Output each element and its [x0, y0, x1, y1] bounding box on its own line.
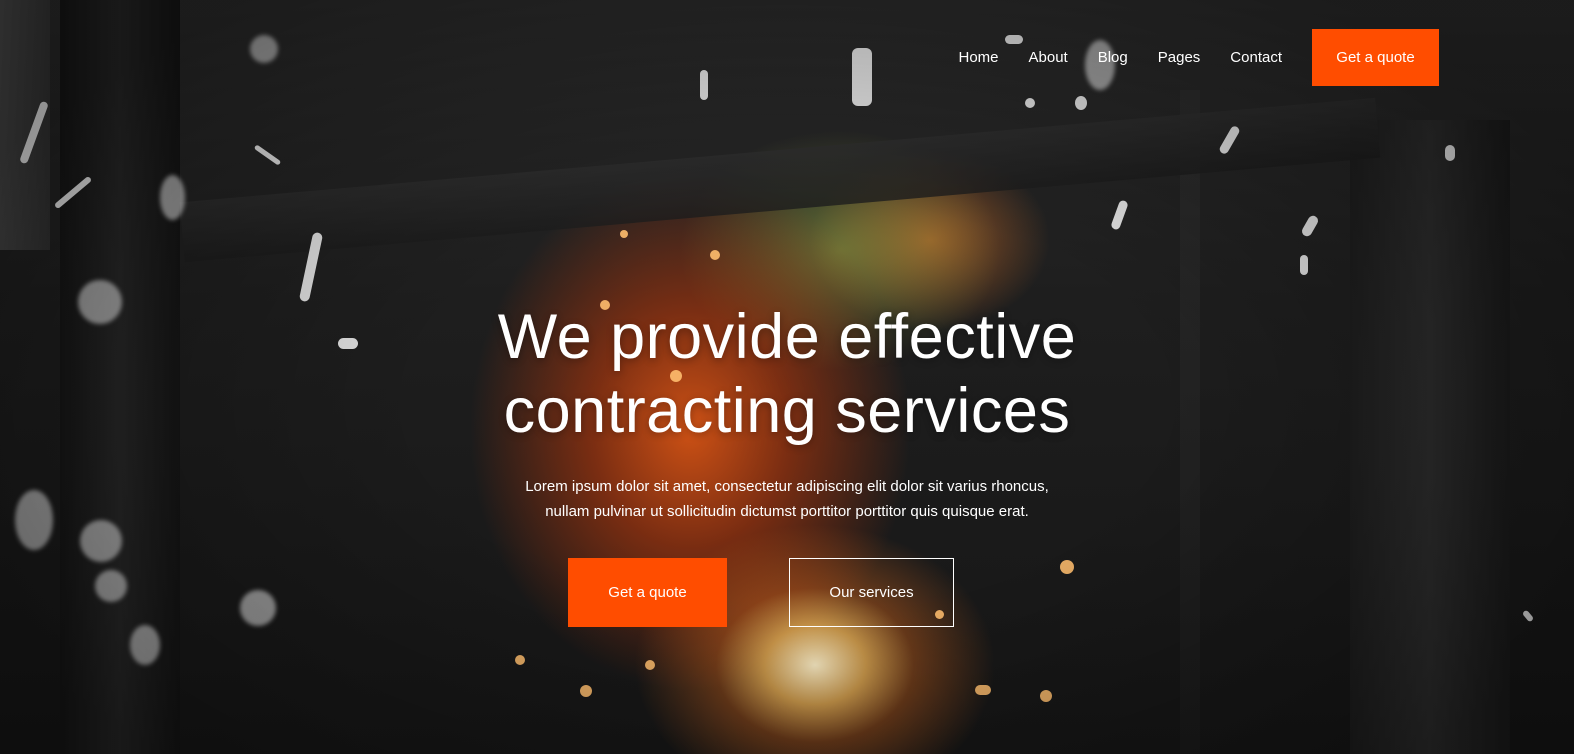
- nav-link-blog[interactable]: Blog: [1098, 49, 1128, 66]
- hero-headline-line-1: We provide effective: [497, 302, 1077, 372]
- nav-link-about[interactable]: About: [1029, 49, 1068, 66]
- hero-content: We provide effective contracting service…: [0, 300, 1574, 627]
- hero-description-line-2: nullam pulvinar ut sollicitudin dictumst…: [545, 503, 1029, 520]
- hero-headline-line-2: contracting services: [503, 376, 1071, 446]
- get-quote-button[interactable]: Get a quote: [568, 558, 727, 627]
- nav-link-home[interactable]: Home: [959, 49, 999, 66]
- hero-description-line-1: Lorem ipsum dolor sit amet, consectetur …: [525, 478, 1049, 495]
- nav-link-pages[interactable]: Pages: [1158, 49, 1201, 66]
- main-navigation: Home About Blog Pages Contact Get a quot…: [959, 29, 1439, 86]
- hero-actions: Get a quote Our services: [0, 558, 1574, 627]
- nav-link-contact[interactable]: Contact: [1230, 49, 1282, 66]
- hero-headline: We provide effective contracting service…: [0, 300, 1574, 448]
- nav-get-quote-button[interactable]: Get a quote: [1312, 29, 1439, 86]
- hero-section: Home About Blog Pages Contact Get a quot…: [0, 0, 1574, 754]
- our-services-button[interactable]: Our services: [789, 558, 954, 627]
- hero-description: Lorem ipsum dolor sit amet, consectetur …: [507, 474, 1067, 524]
